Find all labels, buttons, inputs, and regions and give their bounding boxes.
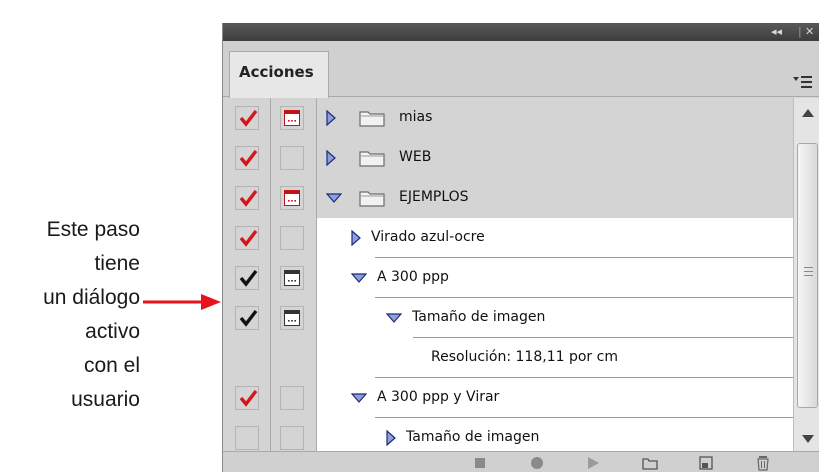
action-set-row[interactable]: EJEMPLOS [223,178,793,218]
panel-menu-icon[interactable] [793,74,813,90]
action-label: Tamaño de imagen [406,429,540,445]
expand-triangle-icon[interactable] [351,273,367,283]
scroll-down-icon[interactable] [802,435,814,443]
scroll-thumb[interactable] [797,143,818,408]
annotation-line: con el [83,354,140,377]
collapse-triangle-icon[interactable] [351,230,361,246]
collapse-triangle-icon[interactable] [326,110,336,126]
toggle-item-checkbox[interactable] [235,266,259,290]
toggle-dialog-checkbox[interactable] [280,146,304,170]
action-label: A 300 ppp y Virar [377,389,500,405]
delete-icon[interactable] [755,455,771,471]
action-label: Virado azul-ocre [371,229,485,245]
toggle-item-checkbox[interactable] [235,426,259,450]
panel-titlebar: ◂◂ | ✕ [223,23,819,41]
annotation-line: usuario [71,388,140,411]
collapse-panel-icon[interactable]: ◂◂ [771,24,782,40]
toggle-dialog-checkbox[interactable] [280,266,304,290]
action-row[interactable]: Virado azul-ocre [223,218,793,258]
toggle-item-checkbox[interactable] [235,306,259,330]
checkmark-icon [239,269,258,287]
collapse-triangle-icon[interactable] [386,430,396,446]
annotation-text: Este paso tiene un diálogo activo con el… [0,213,140,417]
tab-acciones[interactable]: Acciones [229,51,329,98]
scroll-grip-icon [804,267,813,276]
expand-triangle-icon[interactable] [326,193,342,203]
action-row[interactable]: Tamaño de imagen [223,418,793,451]
annotation-line: tiene [94,252,140,275]
action-row[interactable]: A 300 ppp [223,258,793,298]
action-row[interactable]: Tamaño de imagen [223,298,793,338]
actions-list: mias WEB EJEMPLOS Virado azul-ocre A 300 … [223,98,793,451]
new-action-icon[interactable] [698,455,714,471]
dialog-icon [284,270,300,286]
action-label: Tamaño de imagen [412,309,546,325]
dialog-icon [284,190,300,206]
dialog-icon [284,310,300,326]
folder-icon [359,151,385,167]
step-detail-row[interactable]: Resolución: 118,11 por cm [223,338,793,378]
scroll-up-icon[interactable] [802,109,814,117]
actions-panel: ◂◂ | ✕ Acciones mias WEB EJEMPLOS Virado… [222,23,819,472]
annotation-line: activo [85,320,140,343]
checkmark-icon [239,189,258,207]
panel-tabbar: Acciones [223,41,819,98]
close-panel-icon[interactable]: ✕ [805,24,814,40]
record-icon[interactable] [529,455,545,471]
action-set-label: mias [399,109,433,125]
action-set-label: EJEMPLOS [399,189,469,205]
expand-triangle-icon[interactable] [386,313,402,323]
toggle-item-checkbox[interactable] [235,226,259,250]
action-label: A 300 ppp [377,269,449,285]
toggle-dialog-checkbox[interactable] [280,306,304,330]
vertical-scrollbar[interactable] [793,98,819,451]
action-row[interactable]: A 300 ppp y Virar [223,378,793,418]
toggle-item-checkbox[interactable] [235,186,259,210]
toggle-item-checkbox[interactable] [235,146,259,170]
dialog-icon [284,110,300,126]
checkmark-icon [239,229,258,247]
action-set-row[interactable]: WEB [223,138,793,178]
folder-icon [359,111,385,127]
checkmark-icon [239,309,258,327]
folder-icon [359,191,385,207]
toggle-dialog-checkbox[interactable] [280,226,304,250]
annotation-line: un diálogo [43,286,140,309]
action-set-row[interactable]: mias [223,98,793,138]
new-set-icon[interactable] [642,455,658,471]
actions-toolbar [223,451,819,472]
annotation-line: Este paso [46,218,140,241]
checkmark-icon [239,389,258,407]
collapse-triangle-icon[interactable] [326,150,336,166]
stop-icon[interactable] [472,455,488,471]
toggle-item-checkbox[interactable] [235,386,259,410]
action-set-label: WEB [399,149,432,165]
toggle-dialog-checkbox[interactable] [280,386,304,410]
checkmark-icon [239,149,258,167]
toggle-dialog-checkbox[interactable] [280,106,304,130]
toggle-dialog-checkbox[interactable] [280,186,304,210]
annotation-arrow-icon [143,294,221,310]
toggle-item-checkbox[interactable] [235,106,259,130]
toggle-dialog-checkbox[interactable] [280,426,304,450]
play-icon[interactable] [585,455,601,471]
expand-triangle-icon[interactable] [351,393,367,403]
action-label: Resolución: 118,11 por cm [431,349,618,365]
checkmark-icon [239,109,258,127]
